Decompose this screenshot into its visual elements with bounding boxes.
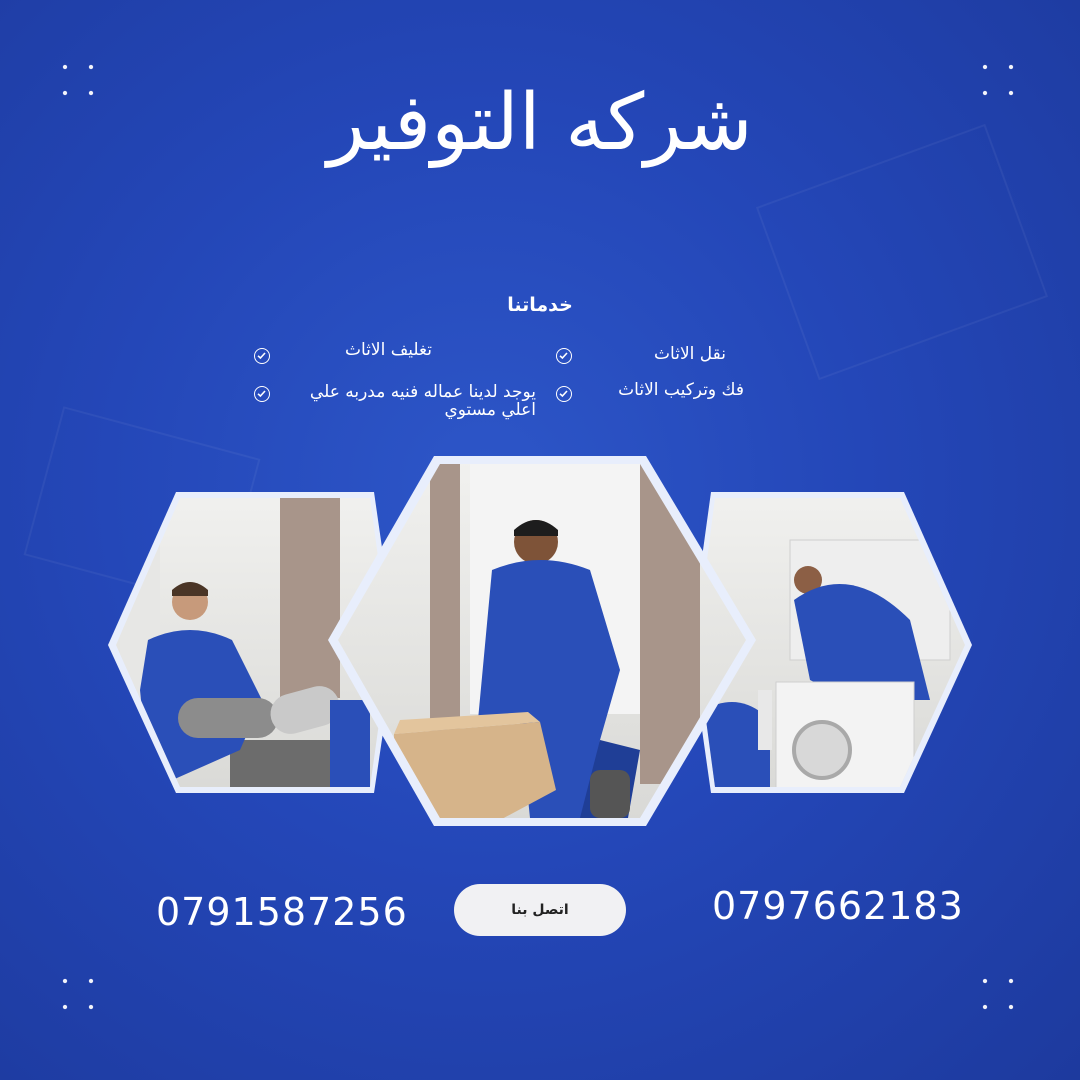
services-heading: خدماتنا xyxy=(507,294,573,316)
check-circle-icon xyxy=(254,386,270,402)
phone-number-left[interactable]: 0791587256 xyxy=(156,890,408,934)
photo-gallery xyxy=(108,456,972,826)
contact-us-button[interactable]: اتصل بنا xyxy=(454,884,626,936)
check-circle-icon xyxy=(254,348,270,364)
company-title: شركه التوفير xyxy=(327,78,753,168)
service-item-workers: يوجد لدينا عماله فنيه مدربه علي اعلي مست… xyxy=(309,382,536,420)
check-circle-icon xyxy=(556,348,572,364)
service-item-wrapping: تغليف الاثاث xyxy=(344,340,432,360)
phone-number-right[interactable]: 0797662183 xyxy=(712,884,964,928)
photo-box-mover xyxy=(338,464,746,818)
dot-grid-icon xyxy=(52,968,108,1024)
check-circle-icon xyxy=(556,386,572,402)
service-item-assembly: فك وتركيب الاثاث xyxy=(618,380,744,400)
service-item-moving: نقل الاثاث xyxy=(654,344,726,364)
dot-grid-icon xyxy=(972,968,1028,1024)
